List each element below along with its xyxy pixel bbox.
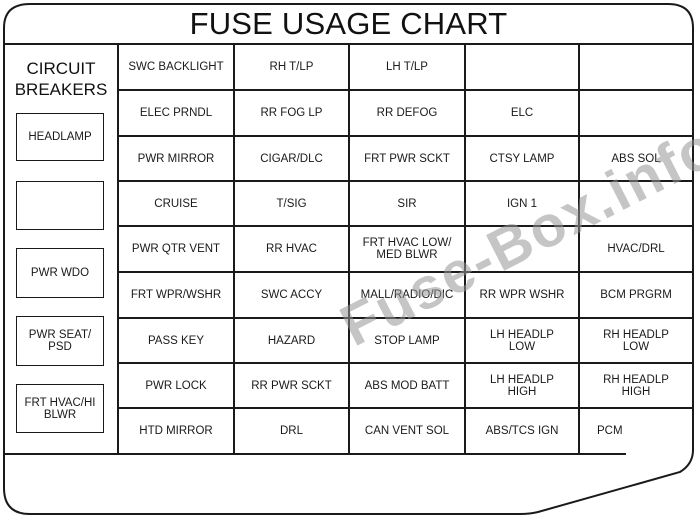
fuse-cell: RR HVAC (266, 243, 317, 255)
fuse-cell: ABS MOD BATT (364, 379, 450, 392)
fuse-cell (579, 181, 693, 226)
fuse-cell: CAN VENT SOL (364, 425, 450, 437)
chart-title: FUSE USAGE CHART (189, 6, 508, 41)
fuse-cell: LH HEADLP HIGH (490, 373, 554, 398)
fuse-cell: RH T/LP (269, 61, 314, 73)
fuse-cell: ELC (510, 107, 534, 119)
breaker-slot-frt-hvac-hi: FRT HVAC/HI BLWR (16, 384, 104, 433)
breaker-slot-pwr-seat: PWR SEAT/ PSD (16, 316, 104, 366)
fuse-cell: FRT HVAC LOW/ MED BLWR (362, 237, 452, 261)
fuse-cell: RR WPR WSHR (479, 289, 565, 301)
fuse-cell (579, 90, 693, 136)
fuse-cell: FRT WPR/WSHR (130, 289, 222, 301)
fuse-cell: SIR (397, 197, 417, 210)
fuse-cell: RH HEADLP HIGH (603, 373, 669, 398)
fuse-cell: PWR QTR VENT (131, 243, 221, 255)
fuse-cell: T/SIG (276, 197, 307, 210)
fuse-cell: CRUISE (154, 197, 198, 210)
fuse-cell: ABS/TCS IGN (485, 425, 559, 437)
fuse-cell: PWR LOCK (145, 379, 207, 392)
fuse-cell: HVAC/DRL (607, 243, 665, 255)
fuse-cell: DRL (279, 425, 303, 437)
fuse-cell: RR DEFOG (376, 107, 438, 119)
circuit-breakers-heading: CIRCUIT BREAKERS (14, 59, 108, 99)
fuse-cell: CIGAR/DLC (260, 152, 323, 165)
fuse-cell: PWR MIRROR (137, 152, 215, 165)
breaker-slot-headlamp: HEADLAMP (16, 113, 104, 161)
fuse-cell (579, 44, 693, 90)
fuse-cell: PCM (597, 425, 623, 437)
fuse-cell: SWC ACCY (260, 289, 323, 301)
fuse-cell: IGN 1 (506, 197, 538, 210)
fuse-cell: MALL/RADIO/DIC (360, 289, 454, 301)
fuse-cell (465, 226, 579, 272)
breaker-slot-pwr-wdo: PWR WDO (16, 248, 104, 298)
fuse-cell (465, 44, 579, 90)
fuse-cell: FRT PWR SCKT (364, 152, 450, 165)
fuse-cell: STOP LAMP (374, 334, 440, 347)
fuse-cell: HAZARD (267, 334, 316, 347)
fuse-cell: BCM PRGRM (600, 289, 672, 301)
fuse-cell: RR FOG LP (260, 107, 323, 119)
fuse-cell: RH HEADLP LOW (603, 328, 669, 353)
fuse-cell: SWC BACKLIGHT (128, 61, 224, 73)
fuse-cell: LH HEADLP LOW (490, 328, 554, 353)
fuse-cell: RR PWR SCKT (251, 379, 332, 392)
fuse-cell: PASS KEY (147, 334, 205, 347)
fuse-cell: CTSY LAMP (489, 152, 555, 165)
breaker-slot-empty (16, 181, 104, 230)
fuse-cell: ELEC PRNDL (139, 107, 213, 119)
fuse-cell: HTD MIRROR (139, 425, 213, 437)
fuse-cell: LH T/LP (386, 61, 428, 73)
fuse-cell: ABS SOL (611, 152, 661, 165)
